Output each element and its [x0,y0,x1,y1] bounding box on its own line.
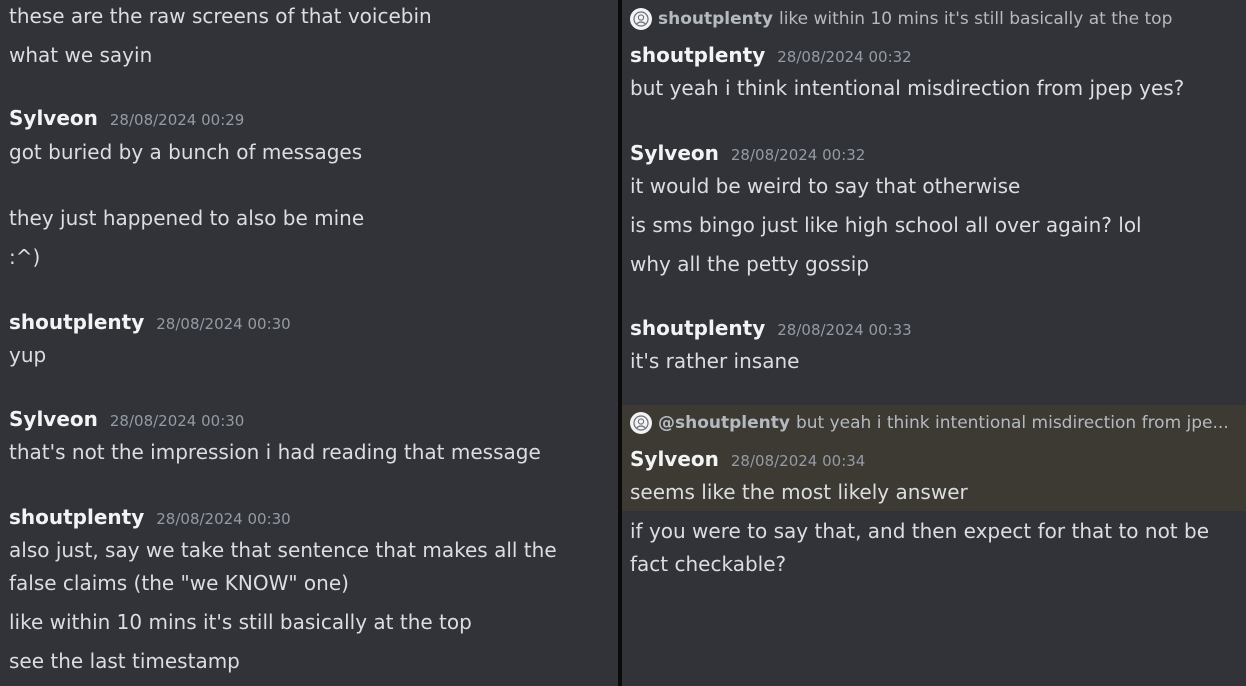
message-header: Sylveon 28/08/2024 00:34 [630,447,865,471]
timestamp: 28/08/2024 00:29 [109,111,245,129]
username[interactable]: shoutplenty [9,505,144,529]
message-header: shoutplenty 28/08/2024 00:30 [9,505,291,529]
right-chat-panel: shoutplenty like within 10 mins it's sti… [622,0,1246,686]
message-line: if you were to say that, and then expect… [630,519,1210,576]
message-line: got buried by a bunch of messages [9,140,363,164]
reply-username[interactable]: shoutplenty [658,9,773,29]
message-line: it would be weird to say that otherwise [630,174,1021,198]
timestamp: 28/08/2024 00:32 [730,146,866,164]
left-chat-panel: these are the raw screens of that voiceb… [0,0,618,686]
message-header: shoutplenty 28/08/2024 00:30 [9,310,291,334]
message-line: yup [9,343,47,367]
message-header: Sylveon 28/08/2024 00:32 [630,141,865,165]
timestamp: 28/08/2024 00:30 [156,315,291,333]
username[interactable]: shoutplenty [630,316,765,340]
timestamp: 28/08/2024 00:32 [777,48,912,66]
message-line: :^) [9,245,41,269]
message-line: but yeah i think intentional misdirectio… [630,76,1185,100]
reply-preview[interactable]: @shoutplenty but yeah i think intentiona… [630,412,1229,434]
reply-text: like within 10 mins it's still basically… [778,9,1173,29]
message-line: what we sayin [9,43,153,67]
reply-preview[interactable]: shoutplenty like within 10 mins it's sti… [630,8,1172,30]
username[interactable]: shoutplenty [9,310,144,334]
reply-text: but yeah i think intentional misdirectio… [795,413,1229,433]
message-line: also just, say we take that sentence tha… [9,538,557,595]
message-line: it's rather insane [630,349,800,373]
username[interactable]: shoutplenty [630,43,765,67]
username[interactable]: Sylveon [630,447,719,471]
message-line: why all the petty gossip [630,252,870,276]
reply-username[interactable]: @shoutplenty [658,413,790,433]
username[interactable]: Sylveon [9,407,98,431]
message-line: like within 10 mins it's still basically… [9,610,472,634]
message-line: that's not the impression i had reading … [9,440,541,464]
timestamp: 28/08/2024 00:30 [109,412,245,430]
timestamp: 28/08/2024 00:34 [730,452,866,470]
message-line: is sms bingo just like high school all o… [630,213,1142,237]
timestamp: 28/08/2024 00:33 [777,321,912,339]
message-line: see the last timestamp [9,649,240,673]
username[interactable]: Sylveon [630,141,719,165]
chat-screenshot-collage: these are the raw screens of that voiceb… [0,0,1246,686]
message-line: these are the raw screens of that voiceb… [9,4,432,28]
timestamp: 28/08/2024 00:30 [156,510,291,528]
message-header: Sylveon 28/08/2024 00:30 [9,407,244,431]
message-header: shoutplenty 28/08/2024 00:33 [630,316,912,340]
message-line: seems like the most likely answer [630,480,968,504]
avatar-icon [630,412,652,434]
avatar-icon [630,8,652,30]
username[interactable]: Sylveon [9,106,98,130]
message-header: Sylveon 28/08/2024 00:29 [9,106,244,130]
message-line: they just happened to also be mine [9,206,365,230]
message-header: shoutplenty 28/08/2024 00:32 [630,43,912,67]
